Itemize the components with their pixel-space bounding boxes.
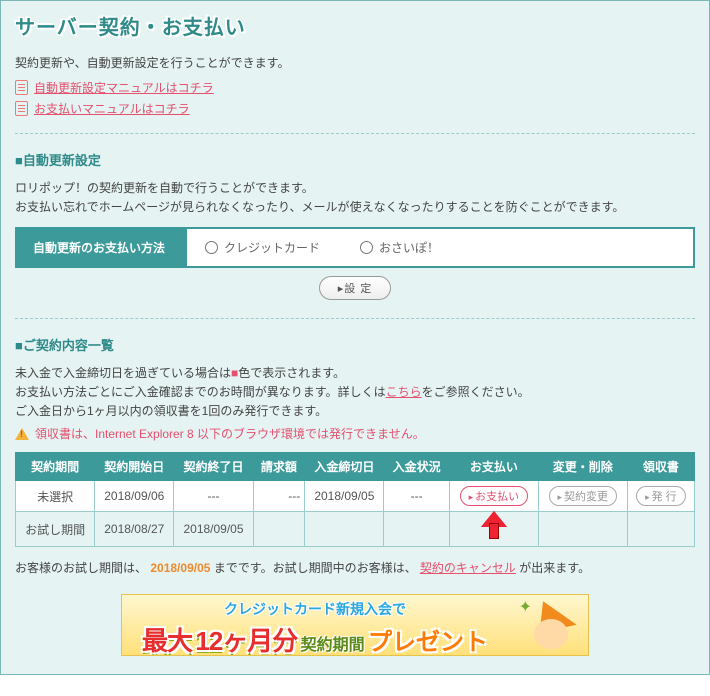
page-title: サーバー契約・お支払い (15, 11, 695, 40)
cell-due: 2018/09/05 (305, 481, 384, 512)
auto-renew-setting-row: 自動更新のお支払い方法 クレジットカード おさいぽ！ (15, 227, 695, 268)
contracts-note: 未入金で入金締切日を過ぎている場合は■色で表示されます。 (15, 364, 695, 381)
submit-settings-button[interactable]: ▸設 定 (319, 276, 392, 300)
cell-start: 2018/09/06 (95, 481, 174, 512)
cell-receipt (627, 512, 694, 547)
pay-button[interactable]: お支払い (460, 486, 529, 506)
cancel-contract-link[interactable]: 契約のキャンセル (420, 561, 516, 575)
mascot-icon: ✦ (504, 595, 584, 655)
intro-text: 契約更新や、自動更新設定を行うことができます。 (15, 54, 695, 71)
col-amount: 請求額 (253, 453, 305, 481)
cell-status: --- (384, 481, 449, 512)
document-icon (15, 101, 28, 116)
cell-change (538, 512, 627, 547)
cell-receipt: 発 行 (627, 481, 694, 512)
contracts-note: お支払い方法ごとにご入金確認までのお時間が異なります。詳しくはこちらをご参照くだ… (15, 383, 695, 400)
cell-period: 未選択 (16, 481, 95, 512)
cell-period: お試し期間 (16, 512, 95, 547)
warning-icon (15, 428, 29, 440)
cell-pay: お支払い (449, 481, 538, 512)
col-receipt: 領収書 (627, 453, 694, 481)
document-icon (15, 80, 28, 95)
cell-pay (449, 512, 538, 547)
contracts-table: 契約期間 契約開始日 契約終了日 請求額 入金締切日 入金状況 お支払い 変更・… (15, 452, 695, 547)
warning-text: 領収書は、Internet Explorer 8 以下のブラウザ環境では発行でき… (35, 425, 425, 442)
radio-label: クレジットカード (224, 239, 320, 256)
manual-link-payment[interactable]: お支払いマニュアルはコチラ (34, 100, 190, 117)
radio-osaipo[interactable]: おさいぽ！ (360, 239, 439, 256)
contracts-note: ご入金日から1ヶ月以内の領収書を1回のみ発行できます。 (15, 402, 695, 419)
manual-link-auto-renew[interactable]: 自動更新設定マニュアルはコチラ (34, 79, 214, 96)
pointer-arrow-icon (483, 515, 505, 541)
cell-end: --- (174, 481, 253, 512)
trial-end-date: 2018/09/05 (150, 561, 210, 575)
col-status: 入金状況 (384, 453, 449, 481)
table-row: 未選択 2018/09/06 --- --- 2018/09/05 --- お支… (16, 481, 695, 512)
col-start: 契約開始日 (95, 453, 174, 481)
section-heading-auto-renew: ■自動更新設定 (15, 150, 695, 169)
cell-status (384, 512, 449, 547)
cell-amount (253, 512, 305, 547)
auto-renew-desc: お支払い忘れでホームページが見られなくなったり、メールが使えなくなったりすること… (15, 198, 695, 215)
promo-banner[interactable]: クレジットカード新規入会で 最大 12ヶ月分 契約期間 プレゼント ✦ (121, 594, 589, 656)
col-due: 入金締切日 (305, 453, 384, 481)
auto-renew-row-label: 自動更新のお支払い方法 (17, 229, 187, 266)
cell-end: 2018/09/05 (174, 512, 253, 547)
trial-footer-note: お客様のお試し期間は、 2018/09/05 までです。お試し期間中のお客様は、… (15, 559, 695, 576)
cell-change: 契約変更 (538, 481, 627, 512)
col-period: 契約期間 (16, 453, 95, 481)
col-pay: お支払い (449, 453, 538, 481)
section-heading-contracts: ■ご契約内容一覧 (15, 335, 695, 354)
col-change: 変更・削除 (538, 453, 627, 481)
divider (15, 318, 695, 319)
divider (15, 133, 695, 134)
change-contract-button[interactable]: 契約変更 (549, 486, 618, 506)
cell-due (305, 512, 384, 547)
radio-input[interactable] (360, 241, 373, 254)
table-row-trial: お試し期間 2018/08/27 2018/09/05 (16, 512, 695, 547)
banner-line1: クレジットカード新規入会で (132, 599, 498, 619)
issue-receipt-button[interactable]: 発 行 (636, 486, 686, 506)
banner-line2: 最大 12ヶ月分 契約期間 プレゼント (132, 621, 498, 656)
radio-label: おさいぽ！ (379, 239, 439, 256)
col-end: 契約終了日 (174, 453, 253, 481)
auto-renew-desc: ロリポップ！の契約更新を自動で行うことができます。 (15, 179, 695, 196)
details-link[interactable]: こちら (386, 385, 422, 399)
cell-start: 2018/08/27 (95, 512, 174, 547)
radio-input[interactable] (205, 241, 218, 254)
radio-credit-card[interactable]: クレジットカード (205, 239, 320, 256)
cell-amount: --- (253, 481, 305, 512)
